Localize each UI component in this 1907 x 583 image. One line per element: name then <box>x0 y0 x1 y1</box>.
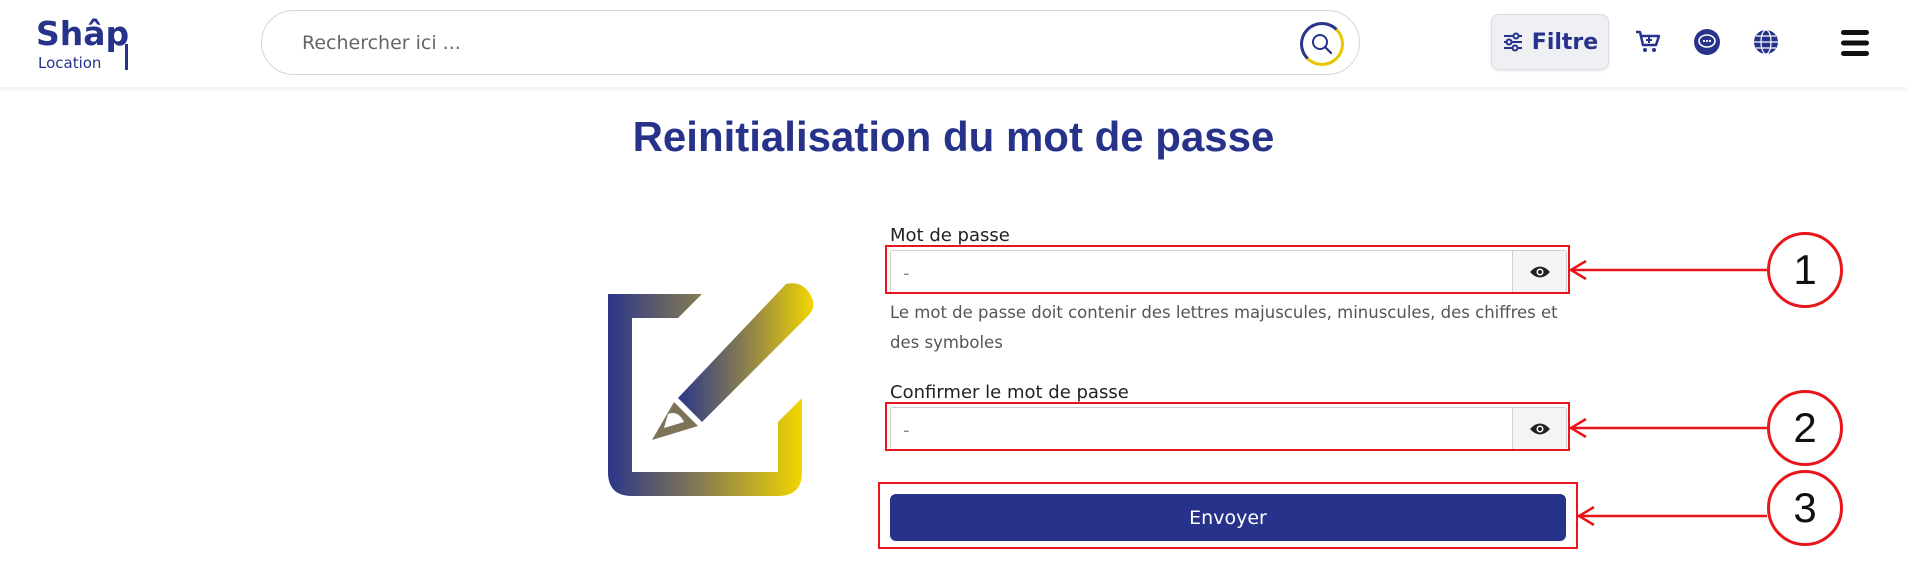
logo-bar <box>125 44 128 70</box>
search-bar <box>261 10 1360 75</box>
hamburger-menu-icon <box>1841 30 1869 56</box>
chat-button[interactable] <box>1691 26 1723 58</box>
password-hint: Le mot de passe doit contenir des lettre… <box>890 303 1558 352</box>
filter-button[interactable]: Filtre <box>1491 14 1609 70</box>
chat-icon <box>1694 29 1720 55</box>
top-header: Shâp Location Filtre <box>0 0 1907 87</box>
annotation-box-3 <box>878 482 1578 549</box>
sliders-icon <box>1503 32 1522 52</box>
annotation-box-2 <box>885 402 1570 451</box>
annotation-box-1 <box>885 245 1570 294</box>
globe-icon <box>1754 29 1778 55</box>
language-button[interactable] <box>1750 26 1782 58</box>
cart-icon <box>1636 30 1661 52</box>
logo[interactable]: Shâp Location <box>36 14 132 74</box>
logo-text: Shâp <box>36 14 130 53</box>
password-label: Mot de passe <box>890 225 1010 246</box>
logo-subtext: Location <box>38 54 102 72</box>
search-icon <box>1312 34 1333 55</box>
cart-button[interactable] <box>1632 26 1664 58</box>
filter-label: Filtre <box>1531 29 1599 55</box>
annotation-number-2: 2 <box>1767 390 1843 466</box>
edit-document-icon <box>608 283 814 496</box>
search-button[interactable] <box>1300 22 1344 66</box>
menu-button[interactable] <box>1838 26 1872 60</box>
page-title: Reinitialisation du mot de passe <box>632 113 1275 160</box>
confirm-password-label: Confirmer le mot de passe <box>890 382 1129 403</box>
search-input[interactable] <box>302 25 1202 61</box>
annotation-number-1: 1 <box>1767 232 1843 308</box>
annotation-number-3: 3 <box>1767 470 1843 546</box>
